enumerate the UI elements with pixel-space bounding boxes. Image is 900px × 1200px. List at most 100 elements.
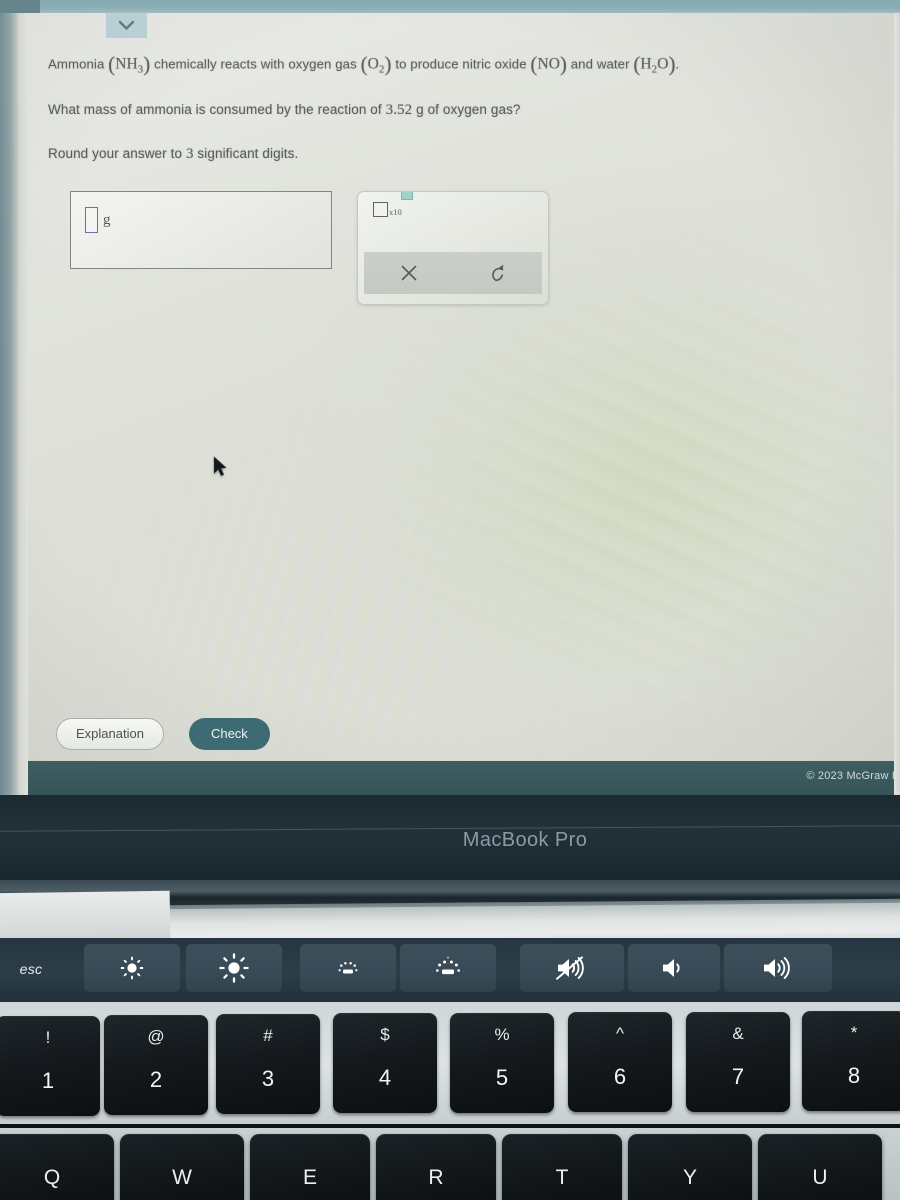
key-base-label: 6 (613, 1064, 627, 1089)
answer-unit-label: g (103, 211, 111, 228)
key-e[interactable]: E (250, 1134, 370, 1200)
brightness-up-icon (218, 952, 250, 984)
key-brightness-down[interactable] (84, 944, 180, 992)
formula-no: NO (537, 55, 560, 73)
collapse-toggle-button[interactable] (106, 13, 147, 38)
explanation-button[interactable]: Explanation (56, 718, 164, 750)
mouse-cursor (213, 456, 227, 482)
text-seg-2: chemically reacts with oxygen gas (150, 56, 361, 72)
paren-close-3: ) (559, 52, 567, 76)
paren-open-2: ( (360, 52, 368, 76)
key-1[interactable]: ! 1 (0, 1016, 100, 1116)
key-volume-down[interactable] (628, 944, 720, 992)
text-seg-1: Ammonia (48, 56, 109, 72)
line2-prefix: What mass of ammonia is consumed by the … (48, 102, 386, 117)
screen-left-inner-edge (18, 13, 28, 795)
key-keyboard-backlight-up[interactable] (400, 944, 496, 992)
screen-top-edge (0, 0, 900, 13)
undo-icon (488, 263, 508, 284)
key-base-label: R (428, 1166, 444, 1189)
clear-button[interactable] (364, 252, 453, 294)
laptop-hinge-band (0, 880, 900, 942)
key-base-label: 3 (261, 1066, 275, 1091)
screen-right-edge (894, 13, 900, 795)
formula-o2-main: O (367, 55, 379, 73)
key-volume-up[interactable] (724, 944, 832, 992)
key-r[interactable]: R (376, 1134, 496, 1200)
paren-open-3: ( (530, 52, 538, 76)
check-button[interactable]: Check (188, 718, 270, 750)
undo-button[interactable] (453, 252, 542, 294)
key-shift-label: % (494, 1025, 510, 1044)
key-7[interactable]: & 7 (686, 1012, 790, 1112)
key-base-label: 5 (495, 1065, 509, 1090)
mantissa-box-icon (373, 202, 388, 217)
hinge-silver-left (0, 890, 171, 942)
math-input-palette: x10 (357, 191, 549, 305)
key-shift-label: # (263, 1026, 273, 1045)
key-2[interactable]: @ 2 (104, 1015, 208, 1115)
palette-symbols-area: x10 (358, 192, 548, 250)
answer-input-box[interactable]: g (70, 191, 332, 269)
screen-top-edge-left (0, 0, 40, 13)
key-3[interactable]: # 3 (216, 1014, 320, 1114)
formula-h2o-main-1: H (640, 55, 652, 73)
key-u[interactable]: U (758, 1134, 882, 1200)
times-ten-label: x10 (389, 206, 402, 217)
volume-down-icon (660, 955, 688, 981)
problem-content: Ammonia ( NH 3) chemically reacts with oxy… (28, 13, 894, 750)
key-mute[interactable] (520, 944, 624, 992)
chevron-down-icon (118, 20, 135, 31)
key-base-label: Y (682, 1166, 697, 1189)
key-shift-label: ! (45, 1028, 51, 1047)
key-base-label: 2 (149, 1067, 163, 1092)
screen-left-edge (0, 13, 18, 795)
key-shift-label: & (732, 1024, 744, 1043)
key-8[interactable]: * 8 (802, 1011, 900, 1111)
formula-nh3-main: NH (115, 55, 138, 73)
keyboard-backlight-down-icon (333, 957, 363, 979)
problem-statement-line-1: Ammonia (NH3) chemically reacts with oxy… (48, 52, 679, 77)
key-w[interactable]: W (120, 1134, 244, 1200)
brightness-down-icon (118, 954, 146, 982)
sentence-period: . (675, 56, 680, 72)
number-key-row: ! 1 @ 2 # 3 $ 4 % 5 ^ 6 & 7 * 8 (0, 1002, 900, 1124)
answer-input-slot[interactable] (85, 207, 98, 233)
key-base-label: U (812, 1166, 828, 1189)
palette-action-bar (364, 252, 542, 294)
exponent-box-icon (400, 192, 413, 200)
key-y[interactable]: Y (628, 1134, 752, 1200)
key-shift-label: $ (380, 1025, 390, 1044)
mute-icon (554, 954, 590, 982)
key-base-label: E (302, 1166, 317, 1189)
laptop-bottom-bezel: MacBook Pro (0, 795, 900, 880)
line2-suffix: g of oxygen gas? (412, 102, 521, 117)
photo-of-laptop: Ammonia ( NH 3) chemically reacts with oxy… (0, 0, 900, 1200)
function-key-row: esc (0, 938, 900, 1002)
hinge-silver-right (149, 902, 900, 942)
scientific-notation-button[interactable]: x10 (373, 192, 414, 217)
key-base-label: 7 (731, 1064, 745, 1089)
close-icon (399, 263, 419, 283)
oxygen-mass-value: 3.52 (385, 102, 413, 118)
key-5[interactable]: % 5 (450, 1013, 554, 1113)
alpha-key-row: Q W E R T Y U (0, 1128, 900, 1200)
key-t[interactable]: T (502, 1134, 622, 1200)
formula-h2o-main-2: O (657, 55, 669, 73)
problem-statement-line-2: What mass of ammonia is consumed by the … (48, 102, 521, 119)
key-shift-label: * (850, 1023, 858, 1042)
key-base-label: T (555, 1166, 569, 1189)
key-4[interactable]: $ 4 (333, 1013, 437, 1113)
key-brightness-up[interactable] (186, 944, 282, 992)
copyright-label: © 2023 McGraw H (806, 770, 900, 782)
sigfig-count-value: 3 (185, 146, 194, 162)
line3-suffix: significant digits. (193, 146, 299, 161)
problem-statement-line-3: Round your answer to 3 significant digit… (48, 146, 298, 163)
key-keyboard-backlight-down[interactable] (300, 944, 396, 992)
key-esc[interactable]: esc (0, 944, 62, 994)
key-q[interactable]: Q (0, 1134, 114, 1200)
paren-close-2: ) (384, 52, 392, 76)
page-footer: © 2023 McGraw H (0, 761, 900, 795)
key-6[interactable]: ^ 6 (568, 1012, 672, 1112)
key-base-label: 4 (378, 1065, 392, 1090)
